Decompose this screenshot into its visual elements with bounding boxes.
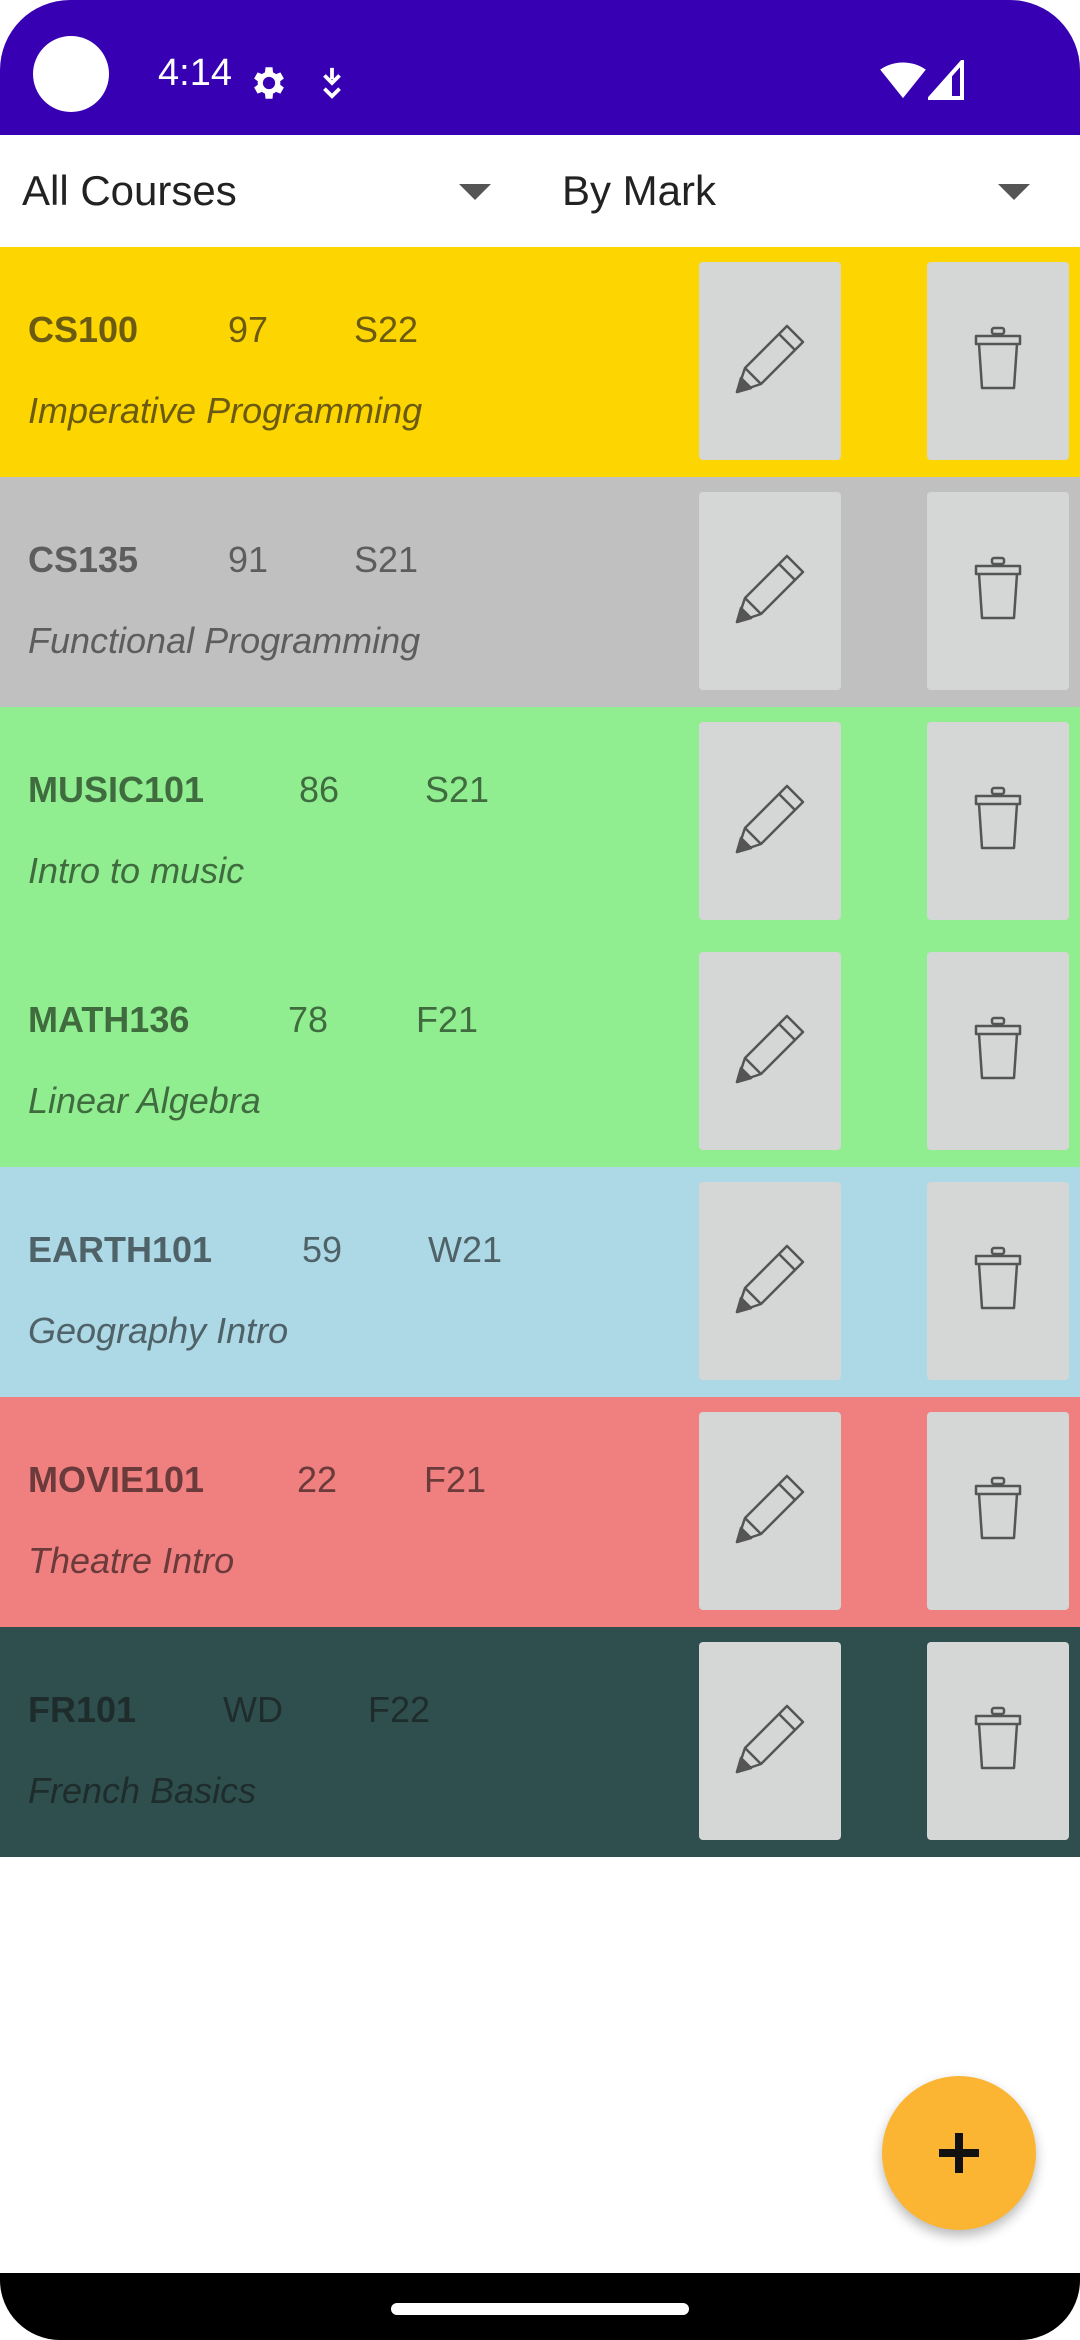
course-filter-dropdown[interactable]: All Courses	[22, 135, 492, 247]
course-code: EARTH101	[28, 1229, 213, 1270]
pencil-icon	[731, 1470, 809, 1552]
edit-course-button[interactable]	[699, 1182, 841, 1380]
delete-course-button[interactable]	[927, 492, 1069, 690]
edit-course-button[interactable]	[699, 262, 841, 460]
course-term: S21	[354, 539, 419, 580]
delete-course-button[interactable]	[927, 1642, 1069, 1840]
delete-course-button[interactable]	[927, 722, 1069, 920]
course-mark: 22	[297, 1459, 338, 1500]
course-mark: WD	[223, 1689, 283, 1730]
course-term: F22	[368, 1689, 431, 1730]
course-row[interactable]: MOVIE101 22 F21 Theatre Intro	[0, 1397, 1080, 1627]
trash-icon	[973, 786, 1023, 856]
chevron-down-icon	[459, 184, 491, 200]
course-title: Theatre Intro	[28, 1540, 235, 1581]
trash-icon	[973, 1706, 1023, 1776]
pencil-icon	[731, 1700, 809, 1782]
course-code: CS100	[28, 309, 139, 350]
course-row[interactable]: FR101 WD F22 French Basics	[0, 1627, 1080, 1857]
trash-icon	[973, 556, 1023, 626]
course-code: MUSIC101	[28, 769, 205, 810]
course-title: Geography Intro	[28, 1310, 289, 1351]
course-list: CS100 97 S22 Imperative Programming CS135 91 S…	[0, 247, 1080, 1857]
navigation-bar	[0, 2273, 1080, 2340]
course-mark: 97	[228, 309, 269, 350]
course-title: Linear Algebra	[28, 1080, 261, 1121]
edit-course-button[interactable]	[699, 952, 841, 1150]
sort-dropdown[interactable]: By Mark	[562, 135, 1042, 247]
pencil-icon	[731, 320, 809, 402]
pencil-icon	[731, 550, 809, 632]
settings-gear-icon	[254, 67, 284, 99]
delete-course-button[interactable]	[927, 952, 1069, 1150]
edit-course-button[interactable]	[699, 492, 841, 690]
course-term: S22	[354, 309, 419, 350]
course-row[interactable]: CS100 97 S22 Imperative Programming	[0, 247, 1080, 477]
course-title: Functional Programming	[28, 620, 421, 661]
home-gesture-handle[interactable]	[391, 2303, 689, 2315]
status-time: 4:14	[158, 52, 232, 94]
pencil-icon	[731, 1010, 809, 1092]
course-term: W21	[428, 1229, 503, 1270]
course-filter-value: All Courses	[22, 167, 237, 214]
filter-bar: All Courses By Mark	[0, 135, 1080, 247]
course-code: MATH136	[28, 999, 190, 1040]
delete-course-button[interactable]	[927, 1412, 1069, 1610]
cell-signal-icon	[928, 60, 964, 100]
plus-icon	[939, 2133, 979, 2173]
course-title: Imperative Programming	[28, 390, 423, 431]
course-code: MOVIE101	[28, 1459, 205, 1500]
trash-icon	[973, 1476, 1023, 1546]
course-term: S21	[425, 769, 490, 810]
course-title: French Basics	[28, 1770, 257, 1811]
course-row[interactable]: MATH136 78 F21 Linear Algebra	[0, 937, 1080, 1167]
trash-icon	[973, 1016, 1023, 1086]
course-code: FR101	[28, 1689, 137, 1730]
course-mark: 86	[299, 769, 340, 810]
course-row[interactable]: CS135 91 S21 Functional Programming	[0, 477, 1080, 707]
course-mark: 59	[302, 1229, 343, 1270]
edit-course-button[interactable]	[699, 1642, 841, 1840]
sort-value: By Mark	[562, 167, 717, 214]
course-mark: 78	[288, 999, 329, 1040]
wifi-icon	[880, 62, 926, 99]
trash-icon	[973, 1246, 1023, 1316]
pencil-icon	[731, 1240, 809, 1322]
pencil-icon	[731, 780, 809, 862]
course-row[interactable]: MUSIC101 86 S21 Intro to music	[0, 707, 1080, 937]
edit-course-button[interactable]	[699, 722, 841, 920]
trash-icon	[973, 326, 1023, 396]
edit-course-button[interactable]	[699, 1412, 841, 1610]
download-icon	[323, 67, 341, 99]
course-term: F21	[424, 1459, 487, 1500]
chevron-down-icon	[998, 184, 1030, 200]
course-term: F21	[416, 999, 479, 1040]
delete-course-button[interactable]	[927, 1182, 1069, 1380]
course-title: Intro to music	[28, 850, 245, 891]
camera-cutout	[33, 36, 109, 112]
delete-course-button[interactable]	[927, 262, 1069, 460]
course-code: CS135	[28, 539, 139, 580]
course-mark: 91	[228, 539, 269, 580]
status-bar: 4:14	[0, 0, 1080, 135]
course-row[interactable]: EARTH101 59 W21 Geography Intro	[0, 1167, 1080, 1397]
add-course-button[interactable]	[882, 2076, 1036, 2230]
